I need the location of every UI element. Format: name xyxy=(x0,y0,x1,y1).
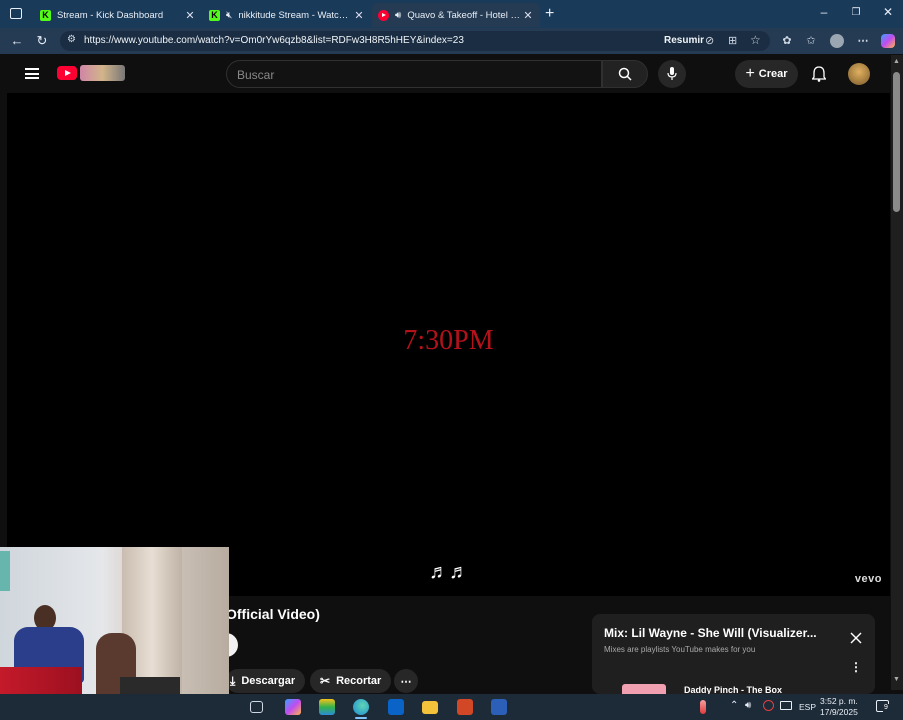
create-label: Crear xyxy=(758,68,788,80)
clip-label: Recortar xyxy=(336,675,382,687)
mix-item-thumbnail[interactable] xyxy=(622,684,666,694)
mix-playlist-panel: Mix: Lil Wayne - She Will (Visualizer...… xyxy=(592,614,875,694)
edge-browser-icon[interactable] xyxy=(353,699,369,715)
temperature-icon[interactable] xyxy=(700,700,706,714)
favorites-icon[interactable]: ✩ xyxy=(804,34,818,48)
favorite-star-icon[interactable]: ☆ xyxy=(750,33,761,47)
mix-title[interactable]: Mix: Lil Wayne - She Will (Visualizer... xyxy=(604,626,817,640)
search-icon xyxy=(618,67,632,81)
download-label: Descargar xyxy=(241,675,296,687)
scrollbar-thumb[interactable] xyxy=(893,72,900,212)
browser-tab-strip: K Stream - Kick Dashboard ✕ K 🔇︎ nikkitu… xyxy=(0,0,903,28)
close-icon[interactable]: ✕ xyxy=(522,9,534,22)
webcam-plant xyxy=(0,551,10,591)
file-explorer-icon[interactable] xyxy=(422,701,438,714)
youtube-icon xyxy=(378,9,389,21)
doodle-logo[interactable] xyxy=(80,65,125,81)
mix-item-title[interactable]: Daddy Pinch - The Box xyxy=(684,685,782,694)
search-button[interactable] xyxy=(602,60,648,88)
more-actions-button[interactable]: ⋯ xyxy=(394,669,418,693)
show-hidden-icons-chevron[interactable]: ⌃ xyxy=(730,700,738,711)
refresh-button[interactable]: ↻ xyxy=(34,33,50,49)
task-view-icon[interactable] xyxy=(250,701,263,713)
close-window-button[interactable]: ✕ xyxy=(878,5,898,23)
network-icon[interactable] xyxy=(780,701,792,710)
more-options-icon[interactable]: ⋯ xyxy=(856,34,870,48)
tab-label: Stream - Kick Dashboard xyxy=(57,9,164,21)
resume-button[interactable]: Resumir xyxy=(664,35,704,46)
address-bar[interactable]: ⚙ https://www.youtube.com/watch?v=Om0rYw… xyxy=(60,31,770,51)
mix-subtitle: Mixes are playlists YouTube makes for yo… xyxy=(604,645,756,654)
search-input[interactable]: Buscar xyxy=(226,60,602,88)
tab-label: Quavo & Takeoff - Hotel Lob xyxy=(407,9,522,21)
new-tab-button[interactable]: + xyxy=(545,5,554,23)
minimize-button[interactable]: – xyxy=(814,5,834,23)
stack-app-icon[interactable] xyxy=(319,699,335,715)
speaker-icon[interactable]: 🔊︎ xyxy=(395,10,401,21)
taskbar-clock[interactable]: 3:52 p. m. 17/9/2025 xyxy=(820,696,858,718)
music-notes-icon: ♬♬ xyxy=(429,561,469,583)
notification-count: 9 xyxy=(883,704,889,712)
powerpoint-icon[interactable] xyxy=(457,699,473,715)
close-icon[interactable]: ✕ xyxy=(184,9,196,22)
scissors-icon: ✂ xyxy=(320,674,331,688)
extensions-icon[interactable]: ✿ xyxy=(780,34,794,48)
apps-icon[interactable]: ⊞ xyxy=(728,34,737,47)
search-placeholder: Buscar xyxy=(237,68,275,82)
site-info-icon[interactable]: ⚙ xyxy=(67,34,76,45)
download-icon: ⤓ xyxy=(230,673,236,688)
kick-icon: K xyxy=(40,9,51,21)
more-horizontal-icon: ⋯ xyxy=(400,675,412,688)
tab-youtube-video[interactable]: 🔊︎ Quavo & Takeoff - Hotel Lob ✕ xyxy=(372,3,540,27)
copilot-app-icon[interactable] xyxy=(285,699,301,715)
tab-kick-dashboard[interactable]: K Stream - Kick Dashboard ✕ xyxy=(34,3,202,27)
restore-button[interactable]: ❐ xyxy=(846,7,866,25)
youtube-header: Buscar + Crear xyxy=(7,55,890,93)
outlook-icon[interactable] xyxy=(388,699,404,715)
back-button[interactable]: ← xyxy=(9,33,25,48)
vpn-shield-icon[interactable] xyxy=(763,700,774,711)
muted-speaker-icon[interactable]: 🔇︎ xyxy=(226,10,232,21)
tab-label: nikkitude Stream - Watch Li xyxy=(238,9,353,21)
tab-nikkitude-stream[interactable]: K 🔇︎ nikkitude Stream - Watch Li ✕ xyxy=(203,3,371,27)
account-avatar[interactable] xyxy=(848,63,870,85)
voice-search-button[interactable] xyxy=(658,60,686,88)
download-button[interactable]: ⤓ Descargar xyxy=(226,669,306,693)
scroll-down-arrow[interactable]: ▼ xyxy=(893,676,900,683)
active-app-indicator xyxy=(355,717,367,719)
plus-icon: + xyxy=(745,65,755,82)
volume-icon[interactable]: 🔊︎ xyxy=(745,700,751,711)
profile-avatar[interactable] xyxy=(830,34,844,48)
menu-icon[interactable] xyxy=(25,68,39,79)
video-title: Official Video) xyxy=(226,606,320,622)
word-icon[interactable] xyxy=(491,699,507,715)
notification-center-icon[interactable]: 9 xyxy=(876,700,889,712)
clock-time: 3:52 p. m. xyxy=(820,696,858,706)
close-icon[interactable]: ✕ xyxy=(353,9,365,22)
scroll-up-arrow[interactable]: ▲ xyxy=(893,58,900,65)
video-player[interactable]: 7:30PM ♬♬ vevo xyxy=(7,93,890,596)
video-overlay-time-text: 7:30PM xyxy=(403,325,494,356)
windows-taskbar: ⌃ 🔊︎ ESP 3:52 p. m. 17/9/2025 9 xyxy=(0,694,903,720)
tab-actions-icon[interactable] xyxy=(10,8,22,19)
copilot-icon[interactable] xyxy=(881,34,895,48)
kick-icon: K xyxy=(209,9,220,21)
url-text: https://www.youtube.com/watch?v=Om0rYw6q… xyxy=(84,35,464,46)
close-icon[interactable] xyxy=(850,632,862,644)
copilot-read-icon[interactable]: ⊘ xyxy=(705,34,714,47)
youtube-logo[interactable] xyxy=(57,66,77,80)
input-language[interactable]: ESP xyxy=(799,702,816,712)
clock-date: 17/9/2025 xyxy=(820,707,858,717)
vevo-watermark: vevo xyxy=(854,573,882,585)
create-button[interactable]: + Crear xyxy=(735,60,798,88)
microphone-icon xyxy=(667,67,677,80)
clip-button[interactable]: ✂ Recortar xyxy=(310,669,392,693)
browser-toolbar: ← ↻ ⚙ https://www.youtube.com/watch?v=Om… xyxy=(0,28,903,54)
more-vertical-icon[interactable]: ⋮ xyxy=(850,660,862,674)
notifications-bell-icon[interactable] xyxy=(812,66,826,82)
